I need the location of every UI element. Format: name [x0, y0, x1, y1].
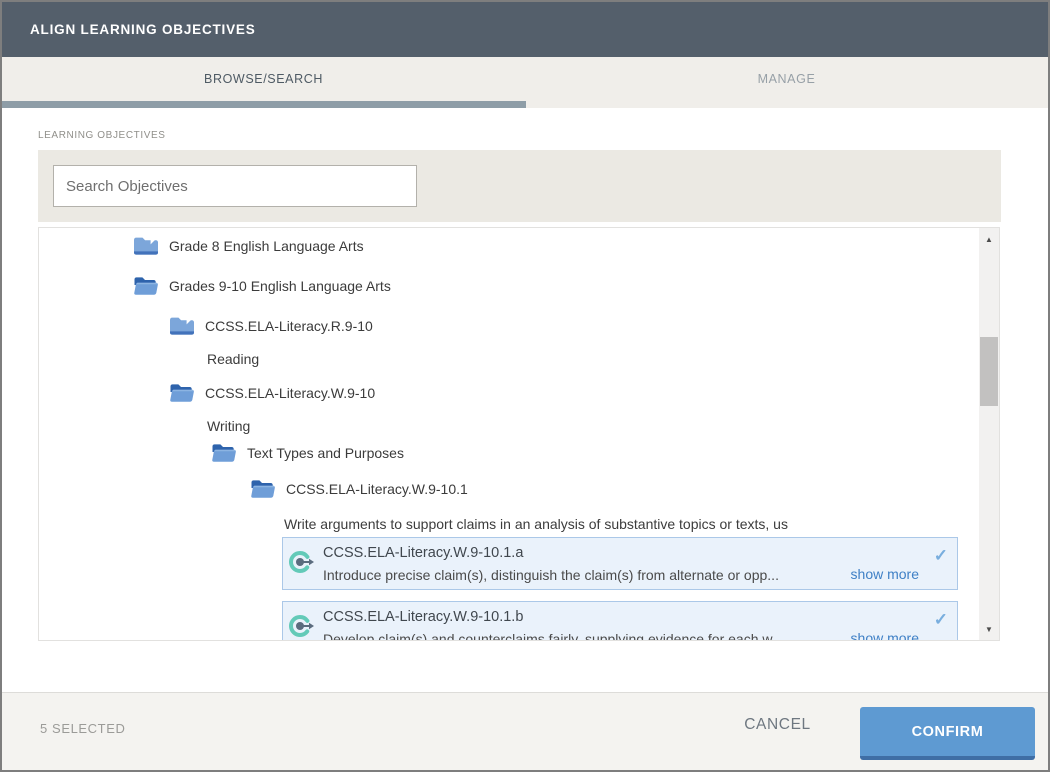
active-tab-indicator [2, 101, 526, 108]
dialog-footer: 5 SELECTED CANCEL CONFIRM [2, 692, 1048, 770]
tree-item-grade8[interactable]: Grade 8 English Language Arts [134, 235, 364, 257]
tree-item-write-arguments-desc: Write arguments to support claims in an … [284, 513, 788, 535]
tab-manage-label: MANAGE [758, 72, 816, 86]
tree-item-label: Text Types and Purposes [247, 445, 404, 461]
tab-manage[interactable]: MANAGE [525, 57, 1048, 101]
confirm-button[interactable]: CONFIRM [860, 707, 1035, 760]
tree-item-label: Reading [207, 351, 259, 367]
folder-open-icon [170, 383, 194, 403]
folder-open-icon [251, 479, 275, 499]
search-panel [38, 150, 1001, 222]
tree-item-label: Writing [207, 418, 250, 434]
tree-item-grades9-10[interactable]: Grades 9-10 English Language Arts [134, 275, 391, 297]
tree-item-label: CCSS.ELA-Literacy.W.9-10.1 [286, 481, 468, 497]
tree-item-label: Grade 8 English Language Arts [169, 238, 364, 254]
tree-item-ccss-r-9-10[interactable]: CCSS.ELA-Literacy.R.9-10 [170, 315, 373, 337]
scrollbar[interactable]: ▲ ▼ [979, 228, 999, 640]
tab-browse-search-label: BROWSE/SEARCH [204, 72, 323, 86]
tree-item-label: Write arguments to support claims in an … [284, 516, 788, 532]
tree-item-ccss-w-9-10-1[interactable]: CCSS.ELA-Literacy.W.9-10.1 [251, 478, 468, 500]
objective-card-w-9-10-1a[interactable]: CCSS.ELA-Literacy.W.9-10.1.a Introduce p… [282, 537, 958, 590]
align-objective-icon [288, 548, 316, 576]
scroll-down-icon[interactable]: ▼ [979, 620, 999, 638]
objective-code: CCSS.ELA-Literacy.W.9-10.1.b [323, 609, 523, 625]
folder-closed-icon [134, 236, 158, 256]
tree-item-reading: Reading [207, 348, 259, 370]
tree-item-writing: Writing [207, 415, 250, 437]
tree-item-label: CCSS.ELA-Literacy.R.9-10 [205, 318, 373, 334]
objective-code: CCSS.ELA-Literacy.W.9-10.1.a [323, 545, 523, 561]
cancel-button[interactable]: CANCEL [730, 716, 825, 734]
tab-browse-search[interactable]: BROWSE/SEARCH [2, 57, 525, 101]
scroll-up-icon[interactable]: ▲ [979, 230, 999, 248]
search-objectives-input[interactable] [53, 165, 417, 207]
objective-card-w-9-10-1b[interactable]: CCSS.ELA-Literacy.W.9-10.1.b Develop cla… [282, 601, 958, 641]
check-icon: ✓ [934, 546, 948, 566]
tab-bar: BROWSE/SEARCH MANAGE [2, 57, 1048, 108]
dialog-title: ALIGN LEARNING OBJECTIVES [30, 22, 256, 37]
objective-description: Develop claim(s) and counterclaims fairl… [323, 631, 783, 641]
dialog-titlebar: ALIGN LEARNING OBJECTIVES [2, 2, 1048, 57]
folder-open-icon [212, 443, 236, 463]
align-learning-objectives-dialog: ALIGN LEARNING OBJECTIVES BROWSE/SEARCH … [0, 0, 1050, 772]
scrollbar-thumb[interactable] [980, 337, 998, 406]
tree-item-label: CCSS.ELA-Literacy.W.9-10 [205, 385, 375, 401]
show-more-link[interactable]: show more [851, 630, 919, 641]
align-objective-icon [288, 612, 316, 640]
folder-open-icon [134, 276, 158, 296]
objective-description: Introduce precise claim(s), distinguish … [323, 567, 779, 583]
tree-item-label: Grades 9-10 English Language Arts [169, 278, 391, 294]
selected-count: 5 SELECTED [40, 721, 125, 736]
tree-item-ccss-w-9-10[interactable]: CCSS.ELA-Literacy.W.9-10 [170, 382, 375, 404]
check-icon: ✓ [934, 610, 948, 630]
objectives-tree-panel: Grade 8 English Language Arts Grades 9-1… [38, 227, 1000, 641]
learning-objectives-label: LEARNING OBJECTIVES [38, 130, 166, 141]
folder-closed-icon [170, 316, 194, 336]
tree-item-text-types[interactable]: Text Types and Purposes [212, 442, 404, 464]
show-more-link[interactable]: show more [851, 566, 919, 582]
